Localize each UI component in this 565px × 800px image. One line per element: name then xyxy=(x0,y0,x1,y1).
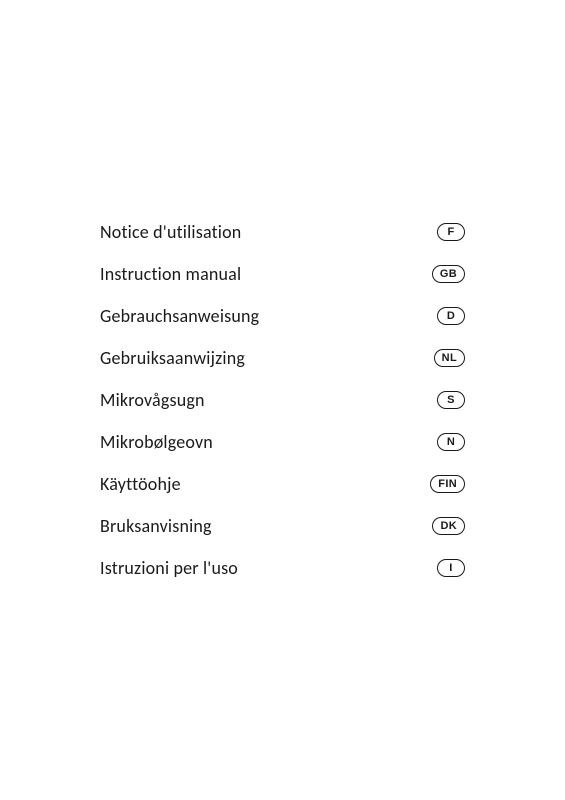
menu-item: Istruzioni per l'uso I xyxy=(100,547,465,589)
lang-badge: I xyxy=(437,559,465,577)
lang-badge: N xyxy=(437,433,465,451)
lang-badge: F xyxy=(437,223,465,241)
menu-item-label: Istruzioni per l'uso xyxy=(100,557,238,579)
page: Notice d'utilisation F Instruction manual G… xyxy=(0,0,565,800)
menu-item: Instruction manual GB xyxy=(100,253,465,295)
lang-badge: DK xyxy=(432,517,465,535)
lang-badge: D xyxy=(437,307,465,325)
menu-item: Gebruiksaanwijzing NL xyxy=(100,337,465,379)
lang-badge: S xyxy=(437,391,465,409)
menu-item: Mikrovågsugn S xyxy=(100,379,465,421)
menu-item: Mikrobølgeovn N xyxy=(100,421,465,463)
menu-item-label: Gebruiksaanwijzing xyxy=(100,347,245,369)
menu-item-label: Instruction manual xyxy=(100,263,241,285)
menu-item: Gebrauchsanweisung D xyxy=(100,295,465,337)
manual-list: Notice d'utilisation F Instruction manual G… xyxy=(100,211,465,589)
lang-badge: NL xyxy=(434,349,465,367)
menu-item-label: Mikrobølgeovn xyxy=(100,431,213,453)
lang-badge: GB xyxy=(432,265,465,283)
menu-item-label: Gebrauchsanweisung xyxy=(100,305,259,327)
menu-item-label: Käyttöohje xyxy=(100,473,181,495)
menu-item: Notice d'utilisation F xyxy=(100,211,465,253)
lang-badge: FIN xyxy=(430,475,465,493)
menu-item: Bruksanvisning DK xyxy=(100,505,465,547)
menu-item: Käyttöohje FIN xyxy=(100,463,465,505)
menu-item-label: Notice d'utilisation xyxy=(100,221,241,243)
menu-item-label: Mikrovågsugn xyxy=(100,389,205,411)
menu-item-label: Bruksanvisning xyxy=(100,515,212,537)
